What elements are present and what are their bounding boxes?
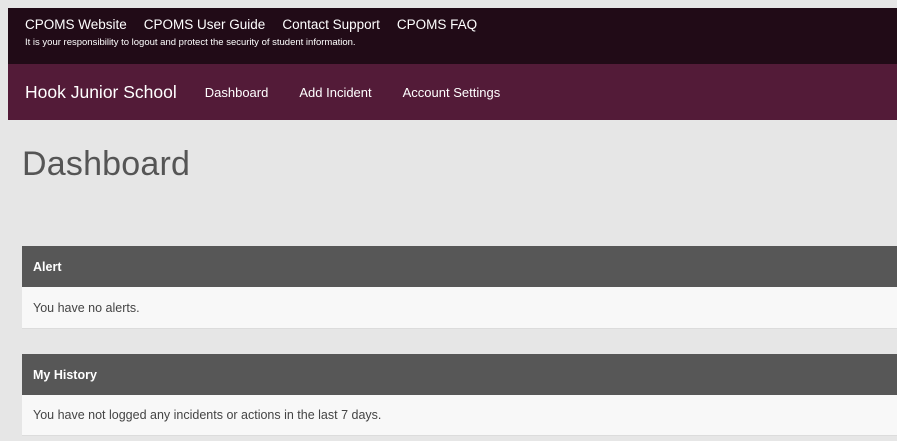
nav-links: Dashboard Add Incident Account Settings [205, 85, 500, 100]
history-panel-heading: My History [22, 354, 897, 395]
page-title: Dashboard [22, 145, 191, 183]
nav-add-incident[interactable]: Add Incident [299, 85, 371, 100]
security-notice: It is your responsibility to logout and … [25, 37, 356, 48]
nav-dashboard[interactable]: Dashboard [205, 85, 269, 100]
cpoms-faq-link[interactable]: CPOMS FAQ [397, 17, 477, 32]
page: CPOMS Website CPOMS User Guide Contact S… [0, 0, 897, 441]
contact-support-link[interactable]: Contact Support [282, 17, 380, 32]
cpoms-user-guide-link[interactable]: CPOMS User Guide [144, 17, 266, 32]
utility-links: CPOMS Website CPOMS User Guide Contact S… [25, 14, 897, 34]
school-brand-link[interactable]: Hook Junior School [25, 82, 177, 103]
cpoms-website-link[interactable]: CPOMS Website [25, 17, 127, 32]
utility-bar: CPOMS Website CPOMS User Guide Contact S… [8, 8, 897, 64]
nav-account-settings[interactable]: Account Settings [403, 85, 501, 100]
history-panel: My History You have not logged any incid… [22, 354, 897, 436]
alert-panel-message: You have no alerts. [22, 287, 897, 329]
history-panel-message: You have not logged any incidents or act… [22, 395, 897, 436]
main-navbar: Hook Junior School Dashboard Add Inciden… [8, 64, 897, 120]
alert-panel: Alert You have no alerts. [22, 246, 897, 329]
alert-panel-heading: Alert [22, 246, 897, 287]
